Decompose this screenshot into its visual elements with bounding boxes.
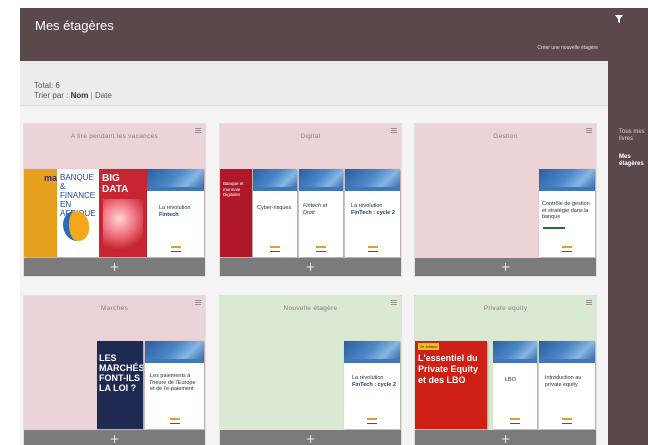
book-title: Cyber-risques	[257, 205, 292, 211]
cover-band	[539, 341, 595, 363]
book-title: Banque et monnaie Digitales	[223, 181, 244, 197]
book-cover[interactable]: 2e édition L'essentiel du Private Equity…	[415, 341, 487, 429]
book-cover[interactable]: Fintech et Droit	[299, 169, 343, 257]
shelf-name: Private equity	[483, 305, 528, 312]
publisher-logo	[170, 246, 181, 252]
cover-art	[103, 199, 143, 249]
shelf-card[interactable]: A lire pendant les vacances ma BANQUE & …	[23, 123, 206, 277]
book-title: Fintech et Droit	[303, 203, 328, 216]
shelf-card[interactable]: Digital Banque et monnaie Digitales Cybe…	[219, 123, 402, 277]
shelf-books: La révolution FinTech : cycle 2	[220, 341, 401, 431]
book-cover[interactable]: ma	[24, 169, 57, 257]
publisher-logo	[367, 246, 378, 252]
book-title: BIG DATA	[102, 173, 129, 195]
create-shelf-link[interactable]: Créer une nouvelle étagère	[537, 45, 598, 51]
book-cover[interactable]: Les paiements à l'heure de l'Europe et d…	[145, 341, 204, 429]
add-book-button[interactable]: +	[415, 258, 596, 276]
book-cover[interactable]: LES MARCHÉS FONT-ILS LA LOI ?	[97, 341, 143, 429]
shelf-books: Contrôle de gestion et stratégie dans la…	[415, 169, 596, 259]
publisher-logo	[562, 246, 572, 252]
shelf-card[interactable]: Gestion Contrôle de gestion et stratégie…	[414, 123, 597, 277]
add-book-button[interactable]: +	[220, 430, 401, 445]
shelves-grid: A lire pendant les vacances ma BANQUE & …	[20, 107, 608, 445]
header-bar: Mes étagères Créer une nouvelle étagère	[20, 8, 608, 61]
shelf-card[interactable]: Marchés LES MARCHÉS FONT-ILS LA LOI ? Le…	[23, 295, 206, 445]
shelf-books: ma BANQUE & FINANCE EN AFRIQUE BIG DATA …	[24, 169, 205, 259]
sort-by-date[interactable]: Date	[95, 91, 112, 100]
book-cover[interactable]: BIG DATA	[99, 169, 147, 257]
add-book-button[interactable]: +	[220, 258, 401, 276]
book-cover[interactable]: Banque et monnaie Digitales	[220, 169, 252, 257]
book-cover[interactable]: Cyber-risques	[253, 169, 297, 257]
cover-band	[299, 169, 343, 191]
book-title: La révolution FinTech : cycle 2	[352, 375, 396, 388]
cover-band	[345, 169, 400, 191]
cover-band	[147, 169, 204, 191]
add-book-button[interactable]: +	[24, 258, 205, 276]
book-cover[interactable]: Introduction au private equity	[539, 341, 595, 429]
book-title: Introduction au private equity	[545, 375, 582, 388]
shelf-name: Gestion	[493, 133, 518, 140]
book-cover[interactable]: LBO	[493, 341, 537, 429]
cover-band	[344, 341, 400, 363]
book-title: La révolution FinTech : cycle 2	[351, 203, 395, 216]
menu-icon[interactable]	[586, 128, 592, 133]
shelf-books: Banque et monnaie Digitales Cyber-risque…	[220, 169, 401, 259]
book-cover[interactable]: La révolution FinTech : cycle 2	[345, 169, 400, 257]
main-panel: Mes étagères Créer une nouvelle étagère …	[20, 8, 608, 445]
book-title: LES MARCHÉS FONT-ILS LA LOI ?	[99, 353, 143, 393]
cover-band	[539, 169, 595, 191]
total-count: Total: 6	[34, 81, 60, 90]
book-cover[interactable]: BANQUE & FINANCE EN AFRIQUE	[57, 169, 99, 257]
shelf-card[interactable]: Nouvelle étagère La révolution FinTech : …	[219, 295, 402, 445]
book-title: ma	[44, 173, 57, 183]
shelf-name: A lire pendant les vacances	[70, 133, 159, 140]
shelf-card[interactable]: Private equity 2e édition L'essentiel du…	[414, 295, 597, 445]
publisher-logo	[169, 418, 180, 424]
shelf-name: Marchés	[100, 305, 129, 312]
toolbar: Total: 6 Trier par : Nom | Date	[20, 61, 608, 106]
shelf-books: 2e édition L'essentiel du Private Equity…	[415, 341, 596, 431]
sort-label: Trier par :	[34, 91, 69, 100]
cover-band	[253, 169, 297, 191]
menu-icon[interactable]	[391, 300, 397, 305]
sort-controls: Trier par : Nom | Date	[34, 91, 112, 100]
add-book-button[interactable]: +	[24, 430, 205, 445]
cover-band	[493, 341, 537, 363]
book-title: La révolution Fintech	[159, 205, 191, 218]
book-title: LBO	[505, 377, 517, 383]
publisher-logo	[270, 246, 280, 252]
menu-icon[interactable]	[586, 300, 592, 305]
menu-icon[interactable]	[195, 128, 201, 133]
book-cover[interactable]: Contrôle de gestion et stratégie dans la…	[539, 169, 595, 257]
page-title: Mes étagères	[35, 18, 114, 33]
publisher-logo	[367, 418, 377, 424]
sort-by-name[interactable]: Nom	[71, 91, 89, 100]
add-book-button[interactable]: +	[415, 430, 596, 445]
sidebar-item-my-shelves[interactable]: Mes étagères	[619, 154, 648, 168]
book-cover[interactable]: La révolution Fintech	[147, 169, 204, 257]
book-title: Les paiements à l'heure de l'Europe et d…	[150, 373, 196, 392]
edition-badge: 2e édition	[418, 343, 440, 350]
filter-icon[interactable]	[615, 15, 623, 23]
shelf-books: LES MARCHÉS FONT-ILS LA LOI ? Les paieme…	[24, 341, 205, 431]
cover-band	[145, 341, 204, 363]
sort-separator: |	[90, 91, 93, 100]
book-title: Contrôle de gestion et stratégie dans la…	[542, 201, 590, 220]
publisher-logo	[562, 418, 572, 424]
africa-map-icon	[63, 211, 89, 241]
shelf-name: Digital	[300, 133, 321, 140]
publisher-logo	[316, 246, 326, 252]
menu-icon[interactable]	[195, 300, 201, 305]
cover-rule	[543, 227, 565, 229]
menu-icon[interactable]	[391, 128, 397, 133]
sidebar-item-all-books[interactable]: Tous mes livres	[619, 129, 648, 143]
book-title: L'essentiel du Private Equity et des LBO	[418, 353, 479, 385]
right-sidebar: Tous mes livres Mes étagères	[608, 8, 648, 445]
book-cover[interactable]: La révolution FinTech : cycle 2	[344, 341, 400, 429]
app-window: Mes étagères Créer une nouvelle étagère …	[0, 0, 648, 445]
publisher-logo	[510, 418, 520, 424]
shelf-name: Nouvelle étagère	[283, 305, 338, 312]
